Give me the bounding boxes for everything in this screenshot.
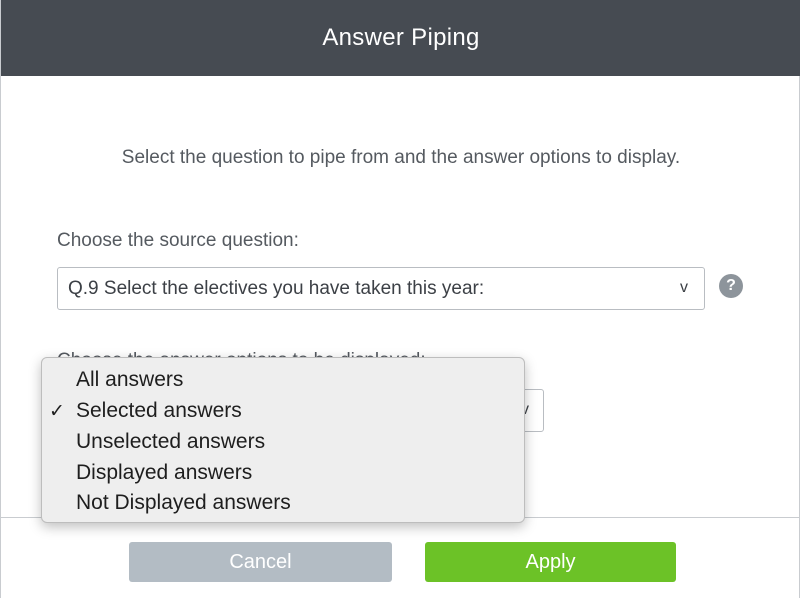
cancel-button[interactable]: Cancel — [129, 542, 392, 582]
dialog-header: Answer Piping — [1, 0, 800, 76]
menu-item-not-displayed-answers[interactable]: Not Displayed answers — [42, 488, 524, 519]
checkmark-icon: ✓ — [49, 400, 65, 422]
menu-item-label: Selected answers — [76, 399, 242, 423]
menu-item-displayed-answers[interactable]: Displayed answers — [42, 457, 524, 488]
menu-item-label: Unselected answers — [76, 429, 266, 453]
menu-item-label: Not Displayed answers — [76, 491, 291, 515]
menu-item-all-answers[interactable]: All answers — [42, 365, 524, 396]
apply-button[interactable]: Apply — [425, 542, 676, 582]
source-question-select[interactable]: Q.9 Select the electives you have taken … — [57, 267, 705, 310]
menu-item-unselected-answers[interactable]: Unselected answers — [42, 427, 524, 458]
answer-piping-dialog: Answer Piping Select the question to pip… — [0, 0, 800, 598]
source-question-value: Q.9 Select the electives you have taken … — [68, 277, 485, 299]
menu-item-selected-answers[interactable]: ✓ Selected answers — [42, 396, 524, 427]
menu-item-label: All answers — [76, 368, 184, 392]
source-question-label: Choose the source question: — [57, 230, 299, 251]
instructions-text: Select the question to pipe from and the… — [121, 147, 681, 168]
answer-options-dropdown: All answers ✓ Selected answers Unselecte… — [41, 357, 525, 523]
dialog-title: Answer Piping — [322, 24, 480, 51]
help-icon[interactable]: ? — [719, 274, 743, 298]
menu-item-label: Displayed answers — [76, 460, 253, 484]
chevron-down-icon: v — [680, 279, 688, 296]
